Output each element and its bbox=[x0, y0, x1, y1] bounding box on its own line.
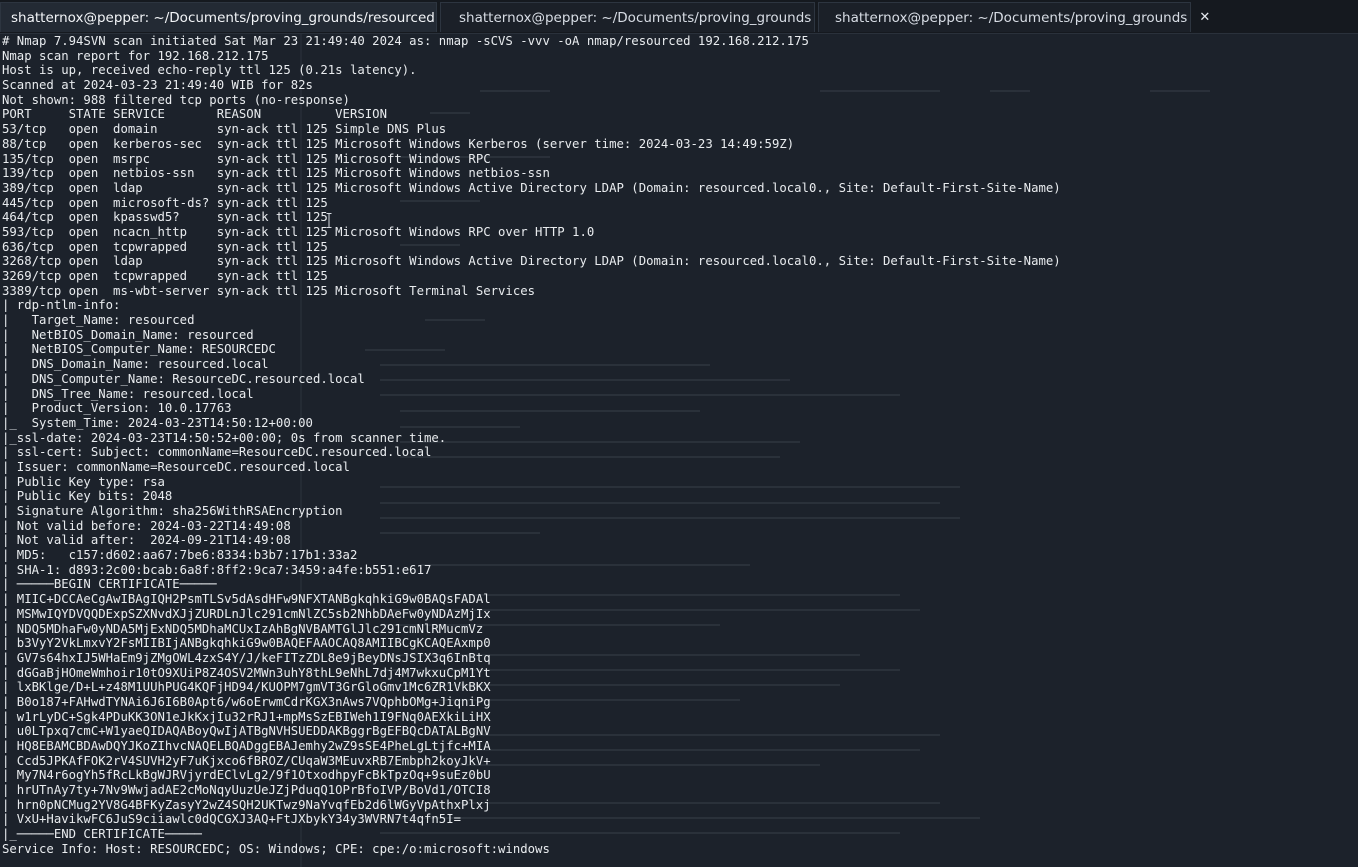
terminal-line: |_ System_Time: 2024-03-23T14:50:12+00:0… bbox=[2, 415, 313, 430]
terminal-line: Scanned at 2024-03-23 21:49:40 WIB for 8… bbox=[2, 78, 313, 93]
terminal-line: 389/tcp open ldap syn-ack ttl 125 Micros… bbox=[2, 180, 1061, 195]
terminal-line: | w1rLyDC+Sgk4PDuKK3ON1eJkKxjIu32rRJ1+mp… bbox=[2, 709, 491, 724]
terminal-line: 3268/tcp open ldap syn-ack ttl 125 Micro… bbox=[2, 254, 1061, 269]
terminal-line: | u0LTpxq7cmC+W1yaeQIDAQABoyQwIjATBgNVHS… bbox=[2, 724, 491, 739]
terminal-line: | Public Key bits: 2048 bbox=[2, 489, 173, 504]
terminal-line: 139/tcp open netbios-ssn syn-ack ttl 125… bbox=[2, 166, 550, 181]
terminal-line: | MIIC+DCCAeCgAwIBAgIQH2PsmTLSv5dAsdHFw9… bbox=[2, 592, 491, 607]
terminal-line: | Ccd5JPKAfFOK2rV4SUVH2yF7uKjxco6fBROZ/C… bbox=[2, 753, 491, 768]
terminal-line: | VxU+HavikwFC6JuS9ciiawlc0dQCGXJ3AQ+FtJ… bbox=[2, 812, 462, 827]
terminal-line: | HQ8EBAMCBDAwDQYJKoZIhvcNAQELBQADggEBAJ… bbox=[2, 739, 491, 753]
terminal-line: | MSMwIQYDVQQDExpSZXNvdXJjZURDLnJlc291cm… bbox=[2, 606, 491, 621]
terminal-line: Nmap scan report for 192.168.212.175 bbox=[2, 48, 269, 63]
tab-proving-grounds-1[interactable]: shatternox@pepper: ~/Documents/proving_g… bbox=[440, 2, 834, 32]
terminal-line: | ─────BEGIN CERTIFICATE───── bbox=[2, 577, 217, 592]
terminal-line: | Product_Version: 10.0.17763 bbox=[2, 401, 232, 416]
terminal-line: 53/tcp open domain syn-ack ttl 125 Simpl… bbox=[2, 122, 447, 137]
terminal-line: | MD5: c157:d602:aa67:7be6:8334:b3b7:17b… bbox=[2, 548, 358, 563]
terminal-line: 636/tcp open tcpwrapped syn-ack ttl 125 bbox=[2, 239, 328, 254]
terminal-line: | Public Key type: rsa bbox=[2, 474, 165, 489]
close-icon[interactable]: ✕ bbox=[1199, 10, 1210, 25]
terminal-line: | hrn0pNCMug2YV8G4BFKyZasyY2wZ4SQH2UKTwz… bbox=[2, 797, 491, 812]
tab-label: shatternox@pepper: ~/Documents/proving_g… bbox=[459, 9, 812, 26]
terminal-line: | Issuer: commonName=ResourceDC.resource… bbox=[2, 459, 350, 474]
terminal-line: | NetBIOS_Domain_Name: resourced bbox=[2, 327, 254, 342]
terminal-line: Host is up, received echo-reply ttl 125 … bbox=[2, 63, 417, 78]
terminal-line: | Signature Algorithm: sha256WithRSAEncr… bbox=[2, 504, 343, 518]
terminal-line: | hrUTnAy7ty+7Nv9WwjadAE2cMoNqyUuzUeJZjP… bbox=[2, 783, 491, 798]
terminal-line: 88/tcp open kerberos-sec syn-ack ttl 125… bbox=[2, 136, 795, 151]
terminal-line: |_ssl-date: 2024-03-23T14:50:52+00:00; 0… bbox=[2, 430, 447, 445]
terminal-line: | b3VyY2VkLmxvY2FsMIIBIjANBgkqhkiG9w0BAQ… bbox=[2, 636, 491, 651]
tab-label: shatternox@pepper: ~/Documents/proving_g… bbox=[11, 9, 435, 26]
terminal-line: | rdp-ntlm-info: bbox=[2, 298, 121, 313]
tab-bar: shatternox@pepper: ~/Documents/proving_g… bbox=[0, 0, 1358, 34]
terminal-line: | DNS_Computer_Name: ResourceDC.resource… bbox=[2, 371, 365, 386]
terminal-line: | NDQ5MDhaFw0yNDA5MjExNDQ5MDhaMCUxIzAhBg… bbox=[2, 621, 484, 636]
terminal-line: Service Info: Host: RESOURCEDC; OS: Wind… bbox=[2, 841, 550, 856]
terminal-line: | DNS_Tree_Name: resourced.local bbox=[2, 386, 254, 401]
terminal-line: | ssl-cert: Subject: commonName=Resource… bbox=[2, 445, 432, 460]
terminal-output[interactable]: # Nmap 7.94SVN scan initiated Sat Mar 23… bbox=[2, 34, 1356, 865]
terminal-line: PORT STATE SERVICE REASON VERSION bbox=[2, 107, 387, 122]
terminal-line: Not shown: 988 filtered tcp ports (no-re… bbox=[2, 92, 350, 107]
terminal-line: | NetBIOS_Computer_Name: RESOURCEDC bbox=[2, 342, 276, 357]
terminal-line: 464/tcp open kpasswd5? syn-ack ttl 125 bbox=[2, 210, 328, 225]
terminal-line: | Target_Name: resourced bbox=[2, 313, 195, 328]
terminal-line: # Nmap 7.94SVN scan initiated Sat Mar 23… bbox=[2, 34, 809, 48]
tab-proving-grounds-2[interactable]: shatternox@pepper: ~/Documents/proving_g… bbox=[818, 2, 1210, 32]
terminal-line: 135/tcp open msrpc syn-ack ttl 125 Micro… bbox=[2, 151, 491, 166]
terminal-line: | lxBKlge/D+L+z48M1UUhPUG4KQFjHD94/KUOPM… bbox=[2, 680, 491, 695]
terminal-line: | My7N4r6ogYh5fRcLkBgWJRVjyrdEClvLg2/9f1… bbox=[2, 768, 491, 783]
terminal-line: | dGGaBjHOmeWmhoir10tO9XUiP8Z4OSV2MWn3uh… bbox=[2, 665, 491, 680]
terminal-line: | Not valid after: 2024-09-21T14:49:08 bbox=[2, 533, 291, 548]
terminal-line: 3389/tcp open ms-wbt-server syn-ack ttl … bbox=[2, 283, 536, 298]
terminal-line: 3269/tcp open tcpwrapped syn-ack ttl 125 bbox=[2, 269, 328, 283]
tab-label: shatternox@pepper: ~/Documents/proving_g… bbox=[835, 9, 1188, 26]
terminal-line: 593/tcp open ncacn_http syn-ack ttl 125 … bbox=[2, 224, 595, 239]
terminal-line: | DNS_Domain_Name: resourced.local bbox=[2, 357, 269, 372]
terminal-window: shatternox@pepper: ~/Documents/proving_g… bbox=[0, 0, 1358, 867]
tab-resourced[interactable]: shatternox@pepper: ~/Documents/proving_g… bbox=[0, 2, 458, 32]
terminal-line: | B0o187+FAHwdTYNAi6J6I6B0Apt6/w6oErwmCd… bbox=[2, 694, 491, 709]
terminal-line: | SHA-1: d893:2c00:bcab:6a8f:8ff2:9ca7:3… bbox=[2, 562, 432, 577]
terminal-line: 445/tcp open microsoft-ds? syn-ack ttl 1… bbox=[2, 195, 328, 210]
terminal-line: | GV7s64hxIJ5WHaEm9jZMgOWL4zxS4Y/J/keFIT… bbox=[2, 650, 491, 665]
terminal-line: |_─────END CERTIFICATE───── bbox=[2, 827, 202, 842]
terminal-line: | Not valid before: 2024-03-22T14:49:08 bbox=[2, 518, 291, 533]
